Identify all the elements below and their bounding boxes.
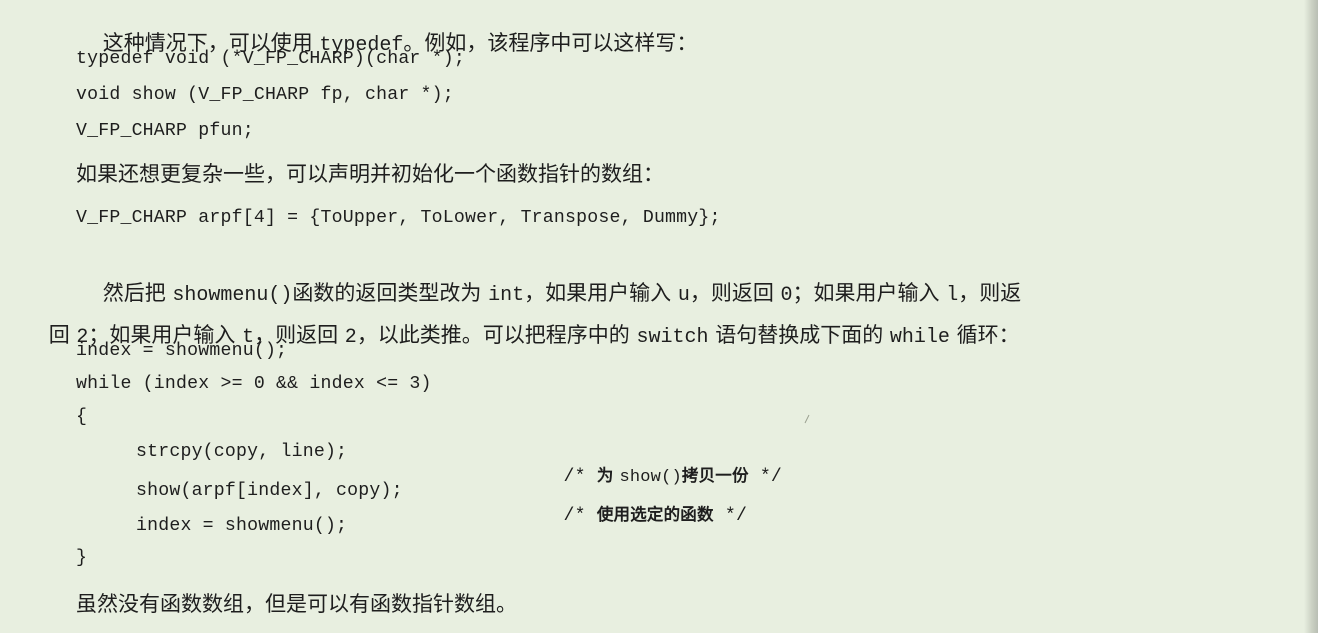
code-line-strcpy: strcpy(copy, line); [136,442,348,462]
page-edge-shadow [1304,0,1318,633]
code-line-index-assign: index = showmenu(); [76,341,288,361]
code-line-open-brace: { [76,407,88,427]
code-line-close-brace: } [76,548,88,568]
book-page: 这种情况下，可以使用 typedef。例如，该程序中可以这样写： typedef… [0,0,1318,633]
paragraph-array-intro: 如果还想更复杂一些，可以声明并初始化一个函数指针的数组： [76,162,664,186]
code-line-typedef: typedef void (*V_FP_CHARP)(char *); [76,49,465,69]
code-line-while: while (index >= 0 && index <= 3) [76,374,432,394]
paragraph-showmenu-line2: 回 2；如果用户输入 t，则返回 2，以此类推。可以把程序中的 switch 语… [48,323,1020,349]
code-line-show-prototype: void show (V_FP_CHARP fp, char *); [76,85,454,105]
paragraph-conclusion: 虽然没有函数数组，但是可以有函数指针数组。 [76,592,517,616]
code-line-array-init: V_FP_CHARP arpf[4] = {ToUpper, ToLower, … [76,208,721,228]
code-line-index-reassign: index = showmenu(); [136,516,348,536]
code-line-pfun-declaration: V_FP_CHARP pfun; [76,121,254,141]
code-line-show-call: show(arpf[index], copy); [136,481,403,501]
paragraph-intro: 这种情况下，可以使用 typedef。例如，该程序中可以这样写： [102,31,698,57]
pen-mark-decoration [804,414,810,424]
code-comment-selected-function: /* 使用选定的函数 */ [563,505,748,526]
